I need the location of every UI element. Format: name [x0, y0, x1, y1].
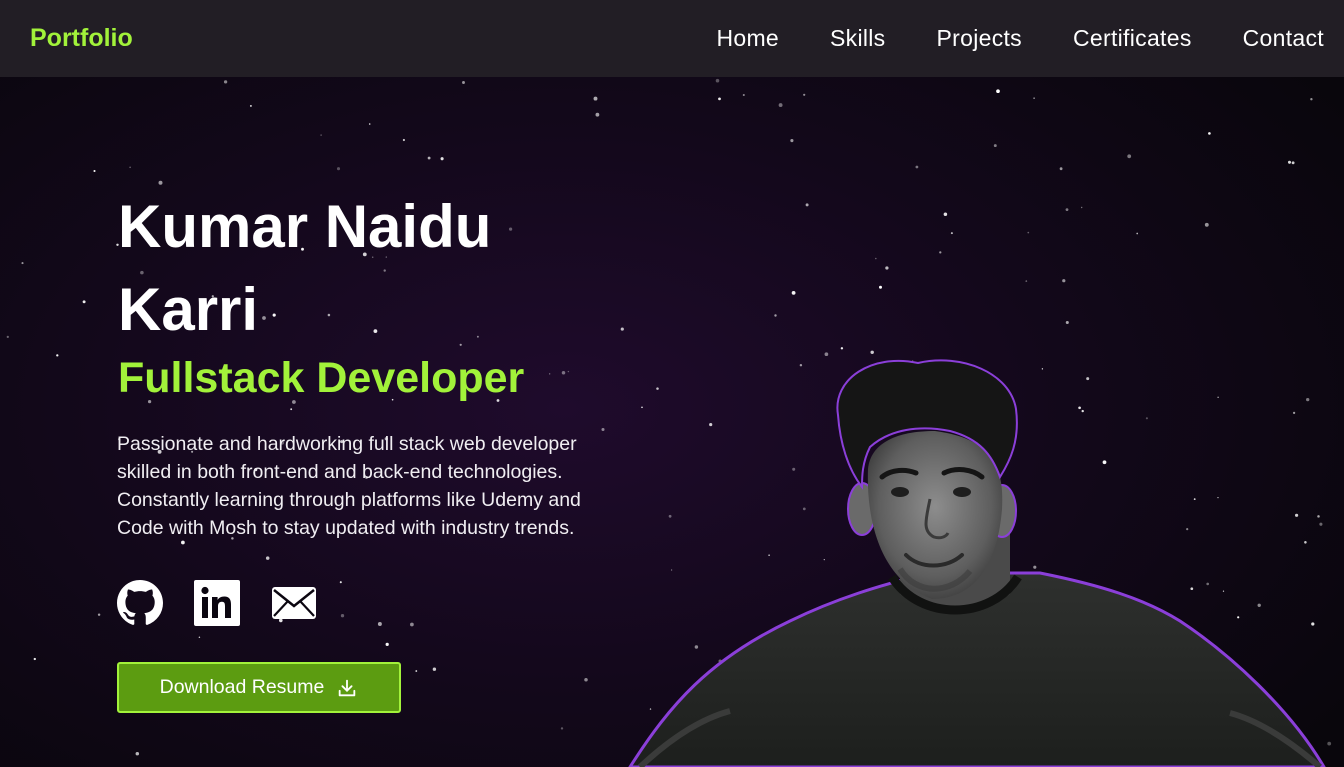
star: [368, 123, 371, 125]
linkedin-link[interactable]: [194, 580, 240, 626]
star: [377, 622, 382, 626]
star: [1291, 161, 1295, 165]
star: [774, 314, 777, 317]
nav-link-projects[interactable]: Projects: [937, 25, 1022, 52]
star: [1310, 98, 1313, 101]
star: [427, 156, 431, 160]
star: [385, 642, 389, 647]
star: [567, 370, 570, 373]
nav-link-contact[interactable]: Contact: [1243, 25, 1324, 52]
star: [549, 373, 551, 375]
star: [290, 408, 293, 411]
star: [33, 657, 36, 661]
star: [584, 677, 588, 682]
star: [790, 139, 794, 143]
github-icon: [117, 580, 163, 625]
star: [874, 257, 877, 260]
linkedin-icon: [194, 580, 240, 626]
star: [1136, 232, 1139, 235]
star: [56, 354, 59, 357]
star: [915, 165, 919, 169]
mail-icon: [272, 587, 316, 619]
star: [249, 104, 252, 107]
star: [129, 166, 131, 169]
star: [824, 352, 829, 357]
star: [803, 93, 806, 96]
star: [1033, 97, 1035, 99]
email-link[interactable]: [271, 580, 317, 626]
star: [840, 347, 844, 350]
star: [415, 670, 418, 672]
download-resume-label: Download Resume: [159, 676, 325, 698]
hero-name: Kumar Naidu Karri: [118, 193, 492, 343]
nav-link-home[interactable]: Home: [716, 25, 779, 52]
star: [595, 112, 600, 117]
star: [943, 212, 948, 216]
hero-bio: Passionate and hardworking full stack we…: [117, 433, 581, 539]
star: [950, 232, 953, 235]
star: [223, 80, 228, 84]
star: [805, 203, 809, 207]
star: [561, 371, 566, 375]
star: [1065, 208, 1069, 212]
star: [1025, 280, 1028, 282]
star: [6, 335, 9, 339]
star: [742, 93, 745, 97]
star: [462, 81, 465, 84]
star: [996, 89, 1000, 94]
star: [718, 97, 721, 101]
download-resume-button[interactable]: Download Resume: [117, 662, 401, 713]
download-icon: [339, 679, 356, 696]
star: [82, 300, 86, 304]
star: [560, 727, 564, 730]
star: [1059, 167, 1063, 171]
nav-links: Home Skills Projects Certificates Contac…: [665, 25, 1324, 52]
star: [432, 667, 437, 671]
star: [1065, 320, 1069, 325]
star: [879, 285, 882, 289]
social-links: [117, 580, 348, 626]
star: [870, 350, 874, 355]
star: [715, 78, 720, 83]
nav-link-skills[interactable]: Skills: [830, 25, 885, 52]
star: [410, 622, 414, 627]
star: [993, 144, 997, 148]
star: [336, 167, 341, 171]
star: [265, 556, 270, 560]
star: [620, 327, 624, 331]
star: [593, 96, 598, 101]
star: [1127, 154, 1132, 159]
hero-section: Kumar Naidu Karri Fullstack Developer Pa…: [0, 77, 1344, 767]
star: [440, 157, 444, 161]
star: [939, 251, 942, 254]
star: [97, 613, 101, 616]
star: [791, 290, 796, 295]
star: [320, 134, 322, 136]
star: [1062, 279, 1066, 283]
star: [1027, 231, 1030, 234]
nav-link-certificates[interactable]: Certificates: [1073, 25, 1192, 52]
navbar: Portfolio Home Skills Projects Certifica…: [0, 0, 1344, 77]
star: [402, 138, 405, 142]
brand-logo[interactable]: Portfolio: [30, 24, 133, 53]
star: [21, 262, 24, 265]
star: [135, 751, 140, 756]
star: [1081, 206, 1083, 209]
hero-role: Fullstack Developer: [118, 354, 525, 402]
star: [885, 266, 889, 270]
star: [778, 103, 783, 108]
github-link[interactable]: [117, 580, 163, 626]
profile-photo: [628, 359, 1326, 767]
star: [1287, 160, 1292, 164]
star: [93, 169, 96, 173]
star: [1204, 222, 1209, 227]
star: [198, 636, 201, 638]
star: [1208, 132, 1211, 135]
